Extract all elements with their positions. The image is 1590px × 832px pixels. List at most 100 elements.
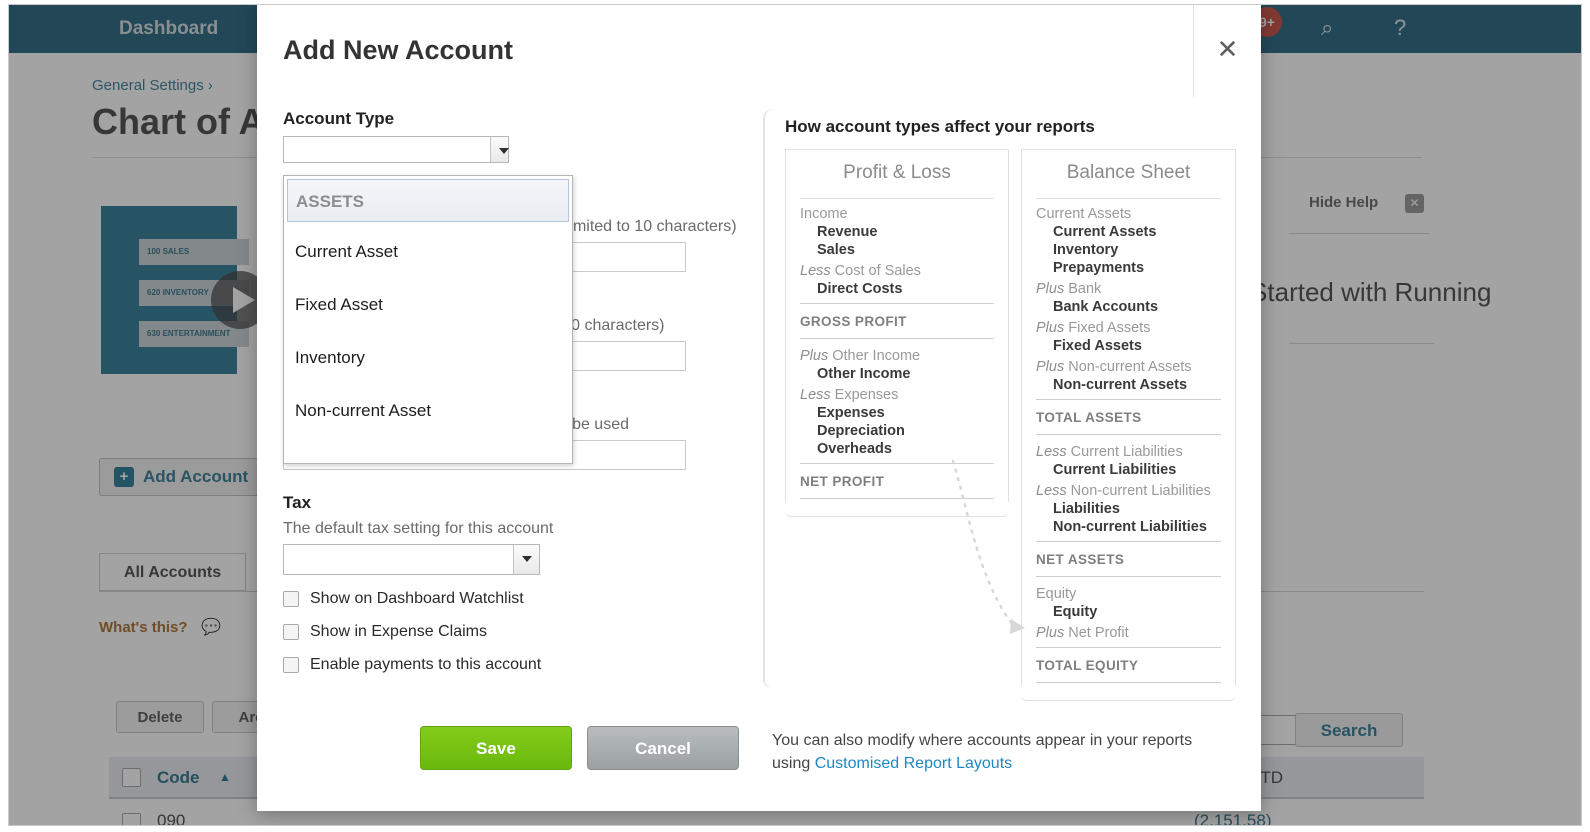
report-account: Other Income <box>817 366 911 382</box>
cancel-button[interactable]: Cancel <box>587 726 739 770</box>
group-prefix: Plus <box>1036 320 1069 336</box>
balance-sheet-card: Balance Sheet Current Assets Current Asse… <box>1021 149 1236 701</box>
title-rule <box>800 198 994 199</box>
report-account: Inventory <box>1053 242 1119 258</box>
report-account: Liabilities <box>1053 501 1120 517</box>
group-prefix: Plus <box>800 348 833 364</box>
section-rule <box>800 498 994 499</box>
checkbox-row[interactable]: Enable payments to this account <box>283 656 753 674</box>
group-prefix: Less <box>1036 483 1071 499</box>
chevron-down-icon[interactable] <box>513 545 539 574</box>
checkbox-label: Show in Expense Claims <box>310 623 487 640</box>
report-account: Equity <box>1053 604 1098 620</box>
chevron-down-icon[interactable] <box>490 137 509 162</box>
group-prefix: Plus <box>1036 281 1069 297</box>
section-rule <box>800 338 994 339</box>
report-group: Income <box>800 206 848 222</box>
modal-title: Add New Account <box>283 35 514 65</box>
dropdown-item-non-current-asset[interactable]: Non-current Asset <box>284 384 572 437</box>
profit-loss-body: Income Revenue Sales Less Cost of Sales Dire… <box>800 202 994 499</box>
report-group: Plus Fixed Assets <box>1036 320 1151 336</box>
report-total: TOTAL ASSETS <box>1036 410 1142 425</box>
report-group: Less Current Liabilities <box>1036 444 1183 460</box>
section-rule <box>1036 434 1221 435</box>
group-prefix: Plus <box>1036 625 1069 641</box>
profit-loss-card: Profit & Loss Income Revenue Sales Less Cos… <box>785 149 1009 517</box>
dropdown-group-assets: ASSETS <box>287 179 569 222</box>
report-account: Sales <box>817 242 855 258</box>
report-group: Less Cost of Sales <box>800 263 921 279</box>
section-rule <box>1036 682 1221 683</box>
footer-note-line1: You can also modify where accounts appea… <box>772 732 1193 749</box>
brace-decoration <box>763 109 777 689</box>
group-prefix: Less <box>1036 444 1071 460</box>
report-account: Overheads <box>817 441 892 457</box>
dropdown-item-current-asset[interactable]: Current Asset <box>284 225 572 278</box>
footer-note-prefix: using <box>772 755 815 772</box>
report-account: Current Assets <box>1053 224 1157 240</box>
tax-section: Tax The default tax setting for this acc… <box>283 493 753 674</box>
browser-page-frame: DashboardAccountsPayrollReportsAdvisorCo… <box>8 4 1582 826</box>
checkbox-row[interactable]: Show on Dashboard Watchlist <box>283 590 753 608</box>
report-group: Current Assets <box>1036 206 1132 222</box>
add-new-account-modal: Add New Account ✕ Account Type Code A un… <box>257 5 1261 811</box>
balance-sheet-body: Current Assets Current Assets Inventory Pre… <box>1036 202 1221 683</box>
help-panel-heading: How account types affect your reports <box>785 117 1095 136</box>
customised-report-layouts-link[interactable]: Customised Report Layouts <box>815 755 1012 772</box>
checkbox-label: Show on Dashboard Watchlist <box>310 590 524 607</box>
dropdown-item-fixed-asset[interactable]: Fixed Asset <box>284 278 572 331</box>
report-group: Less Expenses <box>800 387 899 403</box>
group-prefix: Less <box>800 263 835 279</box>
section-rule <box>800 463 994 464</box>
section-rule <box>1036 576 1221 577</box>
screenshot-root: DashboardAccountsPayrollReportsAdvisorCo… <box>0 0 1590 832</box>
tax-label: Tax <box>283 493 312 512</box>
modal-header: Add New Account ✕ <box>257 5 1261 97</box>
tax-input[interactable] <box>284 545 513 574</box>
checkbox-row[interactable]: Show in Expense Claims <box>283 623 753 641</box>
group-prefix: Less <box>800 387 835 403</box>
balance-sheet-title: Balance Sheet <box>1066 162 1191 183</box>
report-total: TOTAL EQUITY <box>1036 658 1139 673</box>
group-prefix: Plus <box>1036 359 1069 375</box>
report-account: Revenue <box>817 224 878 240</box>
report-group: Plus Non-current Assets <box>1036 359 1192 375</box>
account-type-dropdown-list[interactable]: ASSETS Current Asset Fixed Asset Inventory… <box>283 175 573 464</box>
checkbox-1[interactable] <box>283 624 299 640</box>
checkbox-list: Show on Dashboard Watchlist Show in Expen… <box>283 590 753 674</box>
dropdown-items: Current Asset Fixed Asset Inventory Non-cur… <box>284 225 572 437</box>
report-account: Bank Accounts <box>1053 299 1159 315</box>
report-account: Prepayments <box>1053 260 1145 276</box>
profit-loss-title: Profit & Loss <box>843 162 951 183</box>
checkbox-0[interactable] <box>283 591 299 607</box>
tax-combobox[interactable] <box>283 544 540 575</box>
report-account: Depreciation <box>817 423 905 439</box>
account-type-combobox[interactable] <box>283 136 509 163</box>
section-rule <box>800 303 994 304</box>
report-group: Less Non-current Liabilities <box>1036 483 1211 499</box>
report-account: Current Liabilities <box>1053 462 1177 478</box>
dropdown-spacer <box>284 437 572 463</box>
report-group: Plus Net Profit <box>1036 625 1129 641</box>
save-button[interactable]: Save <box>420 726 572 770</box>
report-total: GROSS PROFIT <box>800 314 907 329</box>
account-type-input[interactable] <box>284 137 490 162</box>
footer-note: You can also modify where accounts appea… <box>772 729 1222 775</box>
report-total: NET PROFIT <box>800 474 885 489</box>
checkbox-label: Enable payments to this account <box>310 656 542 673</box>
report-account: Expenses <box>817 405 885 421</box>
report-group: Plus Bank <box>1036 281 1102 297</box>
checkbox-2[interactable] <box>283 657 299 673</box>
title-rule <box>1036 198 1221 199</box>
report-group: Plus Other Income <box>800 348 921 364</box>
tax-hint: The default tax setting for this account <box>283 520 554 537</box>
close-icon[interactable]: ✕ <box>1193 5 1261 97</box>
report-total: NET ASSETS <box>1036 552 1125 567</box>
dropdown-item-inventory[interactable]: Inventory <box>284 331 572 384</box>
report-account: Non-current Assets <box>1053 377 1188 393</box>
section-rule <box>1036 399 1221 400</box>
section-rule <box>1036 541 1221 542</box>
report-group: Equity <box>1036 586 1077 602</box>
report-account: Non-current Liabilities <box>1053 519 1207 535</box>
account-type-label: Account Type <box>283 109 395 128</box>
